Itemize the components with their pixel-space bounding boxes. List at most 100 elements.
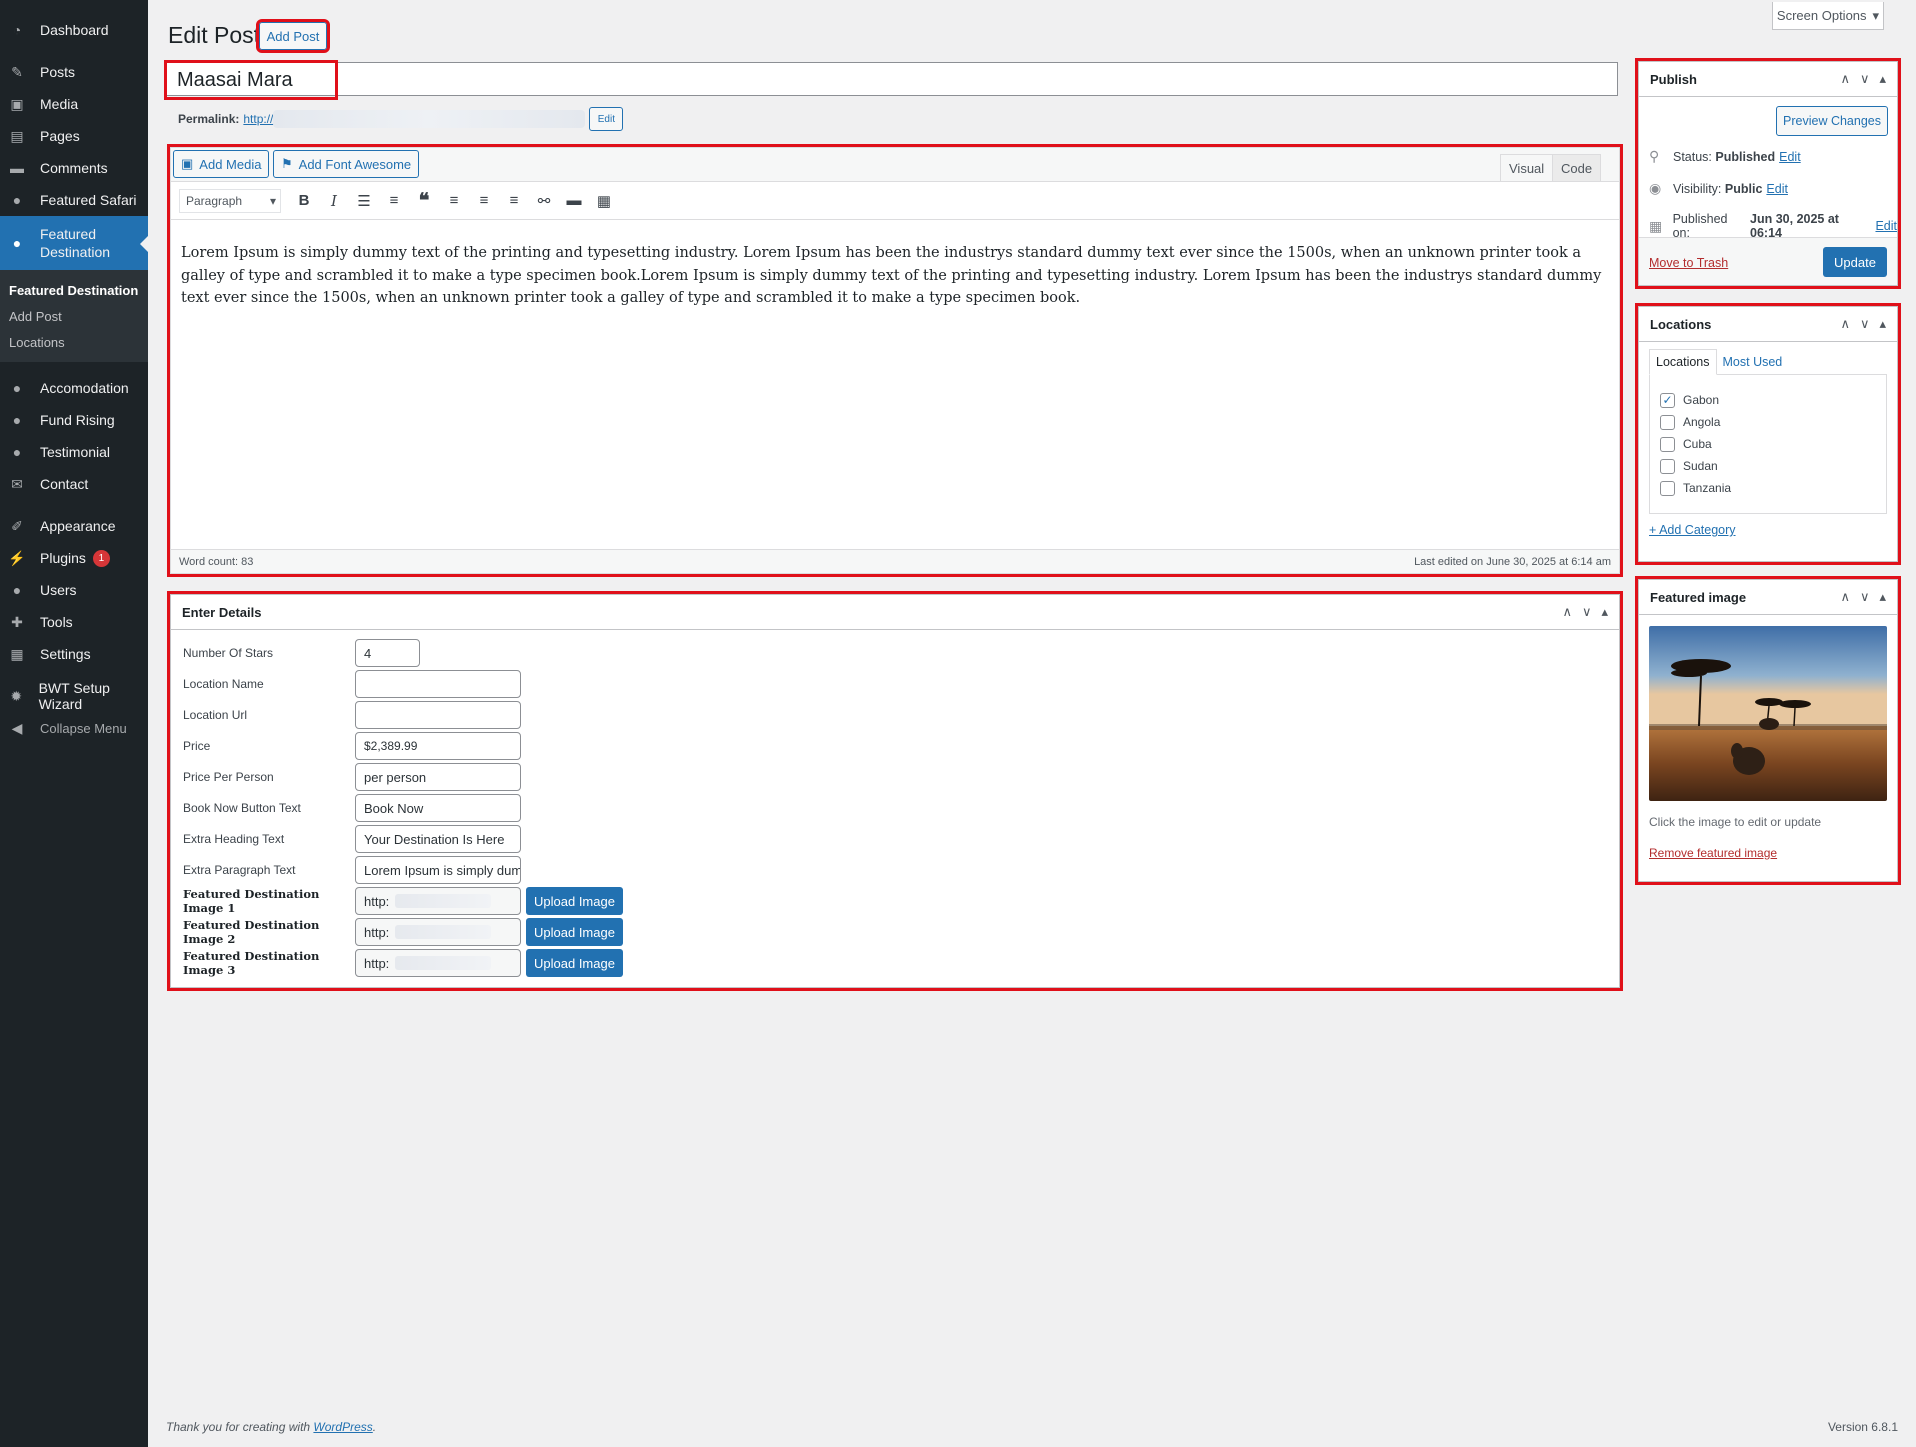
submenu-locations[interactable]: Locations — [0, 330, 148, 356]
add-media-button[interactable]: ▣ Add Media — [173, 150, 270, 178]
nav-comments[interactable]: ▬ Comments — [0, 152, 148, 184]
wordpress-link[interactable]: WordPress — [313, 1420, 372, 1434]
screen-options-button[interactable]: Screen Options ▾ — [1772, 2, 1884, 30]
permalink-link[interactable]: http:// — [243, 112, 273, 126]
collapse-menu[interactable]: ◀ Collapse Menu — [0, 712, 148, 744]
nav-fund-rising[interactable]: ● Fund Rising — [0, 404, 148, 436]
toggle-panel-icon[interactable]: ▴ — [1879, 71, 1886, 87]
edit-status-link[interactable]: Edit — [1779, 150, 1801, 164]
checkbox-cuba[interactable] — [1660, 436, 1675, 452]
submenu-featured-destination[interactable]: Featured Destination — [0, 278, 148, 304]
nav-users[interactable]: ● Users — [0, 574, 148, 606]
align-left-icon[interactable]: ≡ — [439, 187, 469, 215]
add-category-link[interactable]: + Add Category — [1649, 523, 1736, 537]
upload-image-1-button[interactable]: Upload Image — [526, 887, 623, 915]
editor-toolbar: Paragraph ▾ B I ☰ ≡ ❝ ≡ ≡ ≡ ⚯ ▬ ▦ — [171, 181, 1619, 220]
post-title-field[interactable]: Maasai Mara — [164, 60, 1618, 100]
nav-tools[interactable]: ✚ Tools — [0, 606, 148, 638]
price-input[interactable]: $2,389.99 — [355, 732, 521, 760]
nav-media[interactable]: ▣ Media — [0, 88, 148, 120]
checkbox-tanzania[interactable] — [1660, 480, 1675, 496]
location-name-input[interactable] — [355, 670, 521, 698]
user-icon: ● — [12, 444, 22, 460]
preview-changes-button[interactable]: Preview Changes — [1776, 106, 1888, 136]
featured-image-1-input[interactable]: http: — [355, 887, 521, 915]
remove-featured-image-link[interactable]: Remove featured image — [1649, 846, 1777, 860]
chevron-down-icon[interactable]: ∨ — [1582, 604, 1592, 620]
nav-accomodation[interactable]: ● Accomodation — [0, 372, 148, 404]
featured-image-2-input[interactable]: http: — [355, 918, 521, 946]
featured-image-header: Featured image ∧ ∨ ▴ — [1639, 580, 1897, 615]
field-featured-image-2: Featured Destination Image 2 http: Upload … — [183, 918, 623, 946]
number-of-stars-input[interactable]: 4 — [355, 639, 420, 667]
featured-image-3-input[interactable]: http: — [355, 949, 521, 977]
list-item: Sudan — [1650, 455, 1886, 477]
add-font-awesome-button[interactable]: ⚑ Add Font Awesome — [273, 150, 420, 178]
tab-visual[interactable]: Visual — [1500, 154, 1554, 181]
read-more-icon[interactable]: ▬ — [559, 187, 589, 215]
nav-contact[interactable]: ✉ Contact — [0, 468, 148, 500]
book-now-text-input[interactable]: Book Now — [355, 794, 521, 822]
toggle-panel-icon[interactable]: ▴ — [1879, 589, 1886, 605]
nav-bwt-setup-wizard[interactable]: ✹ BWT Setup Wizard — [0, 680, 148, 712]
extra-heading-input[interactable]: Your Destination Is Here — [355, 825, 521, 853]
bullet-list-icon[interactable]: ☰ — [349, 187, 379, 215]
checkbox-angola[interactable] — [1660, 414, 1675, 430]
nav-featured-destination[interactable]: ● Featured Destination — [0, 216, 148, 270]
chevron-down-icon[interactable]: ∨ — [1860, 589, 1870, 605]
plugin-icon: ⚡ — [8, 549, 26, 566]
toggle-panel-icon[interactable]: ▴ — [1879, 316, 1886, 332]
nav-appearance[interactable]: ✐ Appearance — [0, 510, 148, 542]
tab-all-locations[interactable]: Locations — [1649, 349, 1717, 375]
align-right-icon[interactable]: ≡ — [499, 187, 529, 215]
edit-date-link[interactable]: Edit — [1875, 219, 1897, 233]
featured-image-thumbnail[interactable] — [1649, 626, 1887, 801]
chevron-down-icon[interactable]: ∨ — [1860, 316, 1870, 332]
link-icon[interactable]: ⚯ — [529, 187, 559, 215]
checkbox-sudan[interactable] — [1660, 458, 1675, 474]
numbered-list-icon[interactable]: ≡ — [379, 187, 409, 215]
upload-image-3-button[interactable]: Upload Image — [526, 949, 623, 977]
chevron-up-icon[interactable]: ∧ — [1840, 71, 1850, 87]
update-button[interactable]: Update — [1823, 247, 1887, 277]
bold-icon[interactable]: B — [289, 187, 319, 215]
plugins-update-badge: 1 — [92, 549, 110, 567]
nav-plugins[interactable]: ⚡ Plugins 1 — [0, 542, 148, 574]
add-post-button[interactable]: Add Post — [256, 19, 330, 53]
edit-visibility-link[interactable]: Edit — [1766, 182, 1788, 196]
publish-panel: Publish ∧ ∨ ▴ Preview Changes ⚲ Status: Pub… — [1635, 58, 1901, 289]
blockquote-icon[interactable]: ❝ — [409, 187, 439, 215]
status-row: ⚲ Status: Published Edit — [1649, 148, 1801, 164]
nav-posts[interactable]: ✎ Posts — [0, 56, 148, 88]
nav-testimonial[interactable]: ● Testimonial — [0, 436, 148, 468]
list-item: Angola — [1650, 411, 1886, 433]
chevron-down-icon[interactable]: ∨ — [1860, 71, 1870, 87]
publish-actions: Move to Trash Update — [1639, 237, 1897, 285]
toggle-panel-icon[interactable]: ▴ — [1601, 604, 1608, 620]
chevron-up-icon[interactable]: ∧ — [1562, 604, 1572, 620]
move-to-trash-link[interactable]: Move to Trash — [1649, 256, 1728, 270]
nav-pages[interactable]: ▤ Pages — [0, 120, 148, 152]
field-price-per-person: Price Per Person per person — [183, 763, 521, 791]
toolbar-toggle-icon[interactable]: ▦ — [589, 187, 619, 215]
field-extra-paragraph: Extra Paragraph Text Lorem Ipsum is simpl… — [183, 856, 521, 884]
editor-content[interactable]: Lorem Ipsum is simply dummy text of the … — [181, 242, 1611, 310]
align-center-icon[interactable]: ≡ — [469, 187, 499, 215]
extra-paragraph-input[interactable]: Lorem Ipsum is simply dummy text — [355, 856, 521, 884]
location-url-input[interactable] — [355, 701, 521, 729]
tab-most-used[interactable]: Most Used — [1717, 349, 1789, 375]
submenu-add-post[interactable]: Add Post — [0, 304, 148, 330]
price-per-person-input[interactable]: per person — [355, 763, 521, 791]
permalink-edit-button[interactable]: Edit — [589, 107, 624, 131]
upload-image-2-button[interactable]: Upload Image — [526, 918, 623, 946]
chevron-up-icon[interactable]: ∧ — [1840, 316, 1850, 332]
post-title-input[interactable]: Maasai Mara — [164, 60, 338, 100]
format-select[interactable]: Paragraph ▾ — [179, 188, 281, 213]
chevron-up-icon[interactable]: ∧ — [1840, 589, 1850, 605]
nav-settings[interactable]: ▦ Settings — [0, 638, 148, 670]
nav-featured-safari[interactable]: ● Featured Safari — [0, 184, 148, 216]
tab-code[interactable]: Code — [1552, 154, 1602, 181]
italic-icon[interactable]: I — [319, 187, 349, 215]
nav-dashboard[interactable]: ◔ Dashboard — [0, 14, 148, 46]
checkbox-gabon[interactable]: ✓ — [1660, 392, 1675, 408]
